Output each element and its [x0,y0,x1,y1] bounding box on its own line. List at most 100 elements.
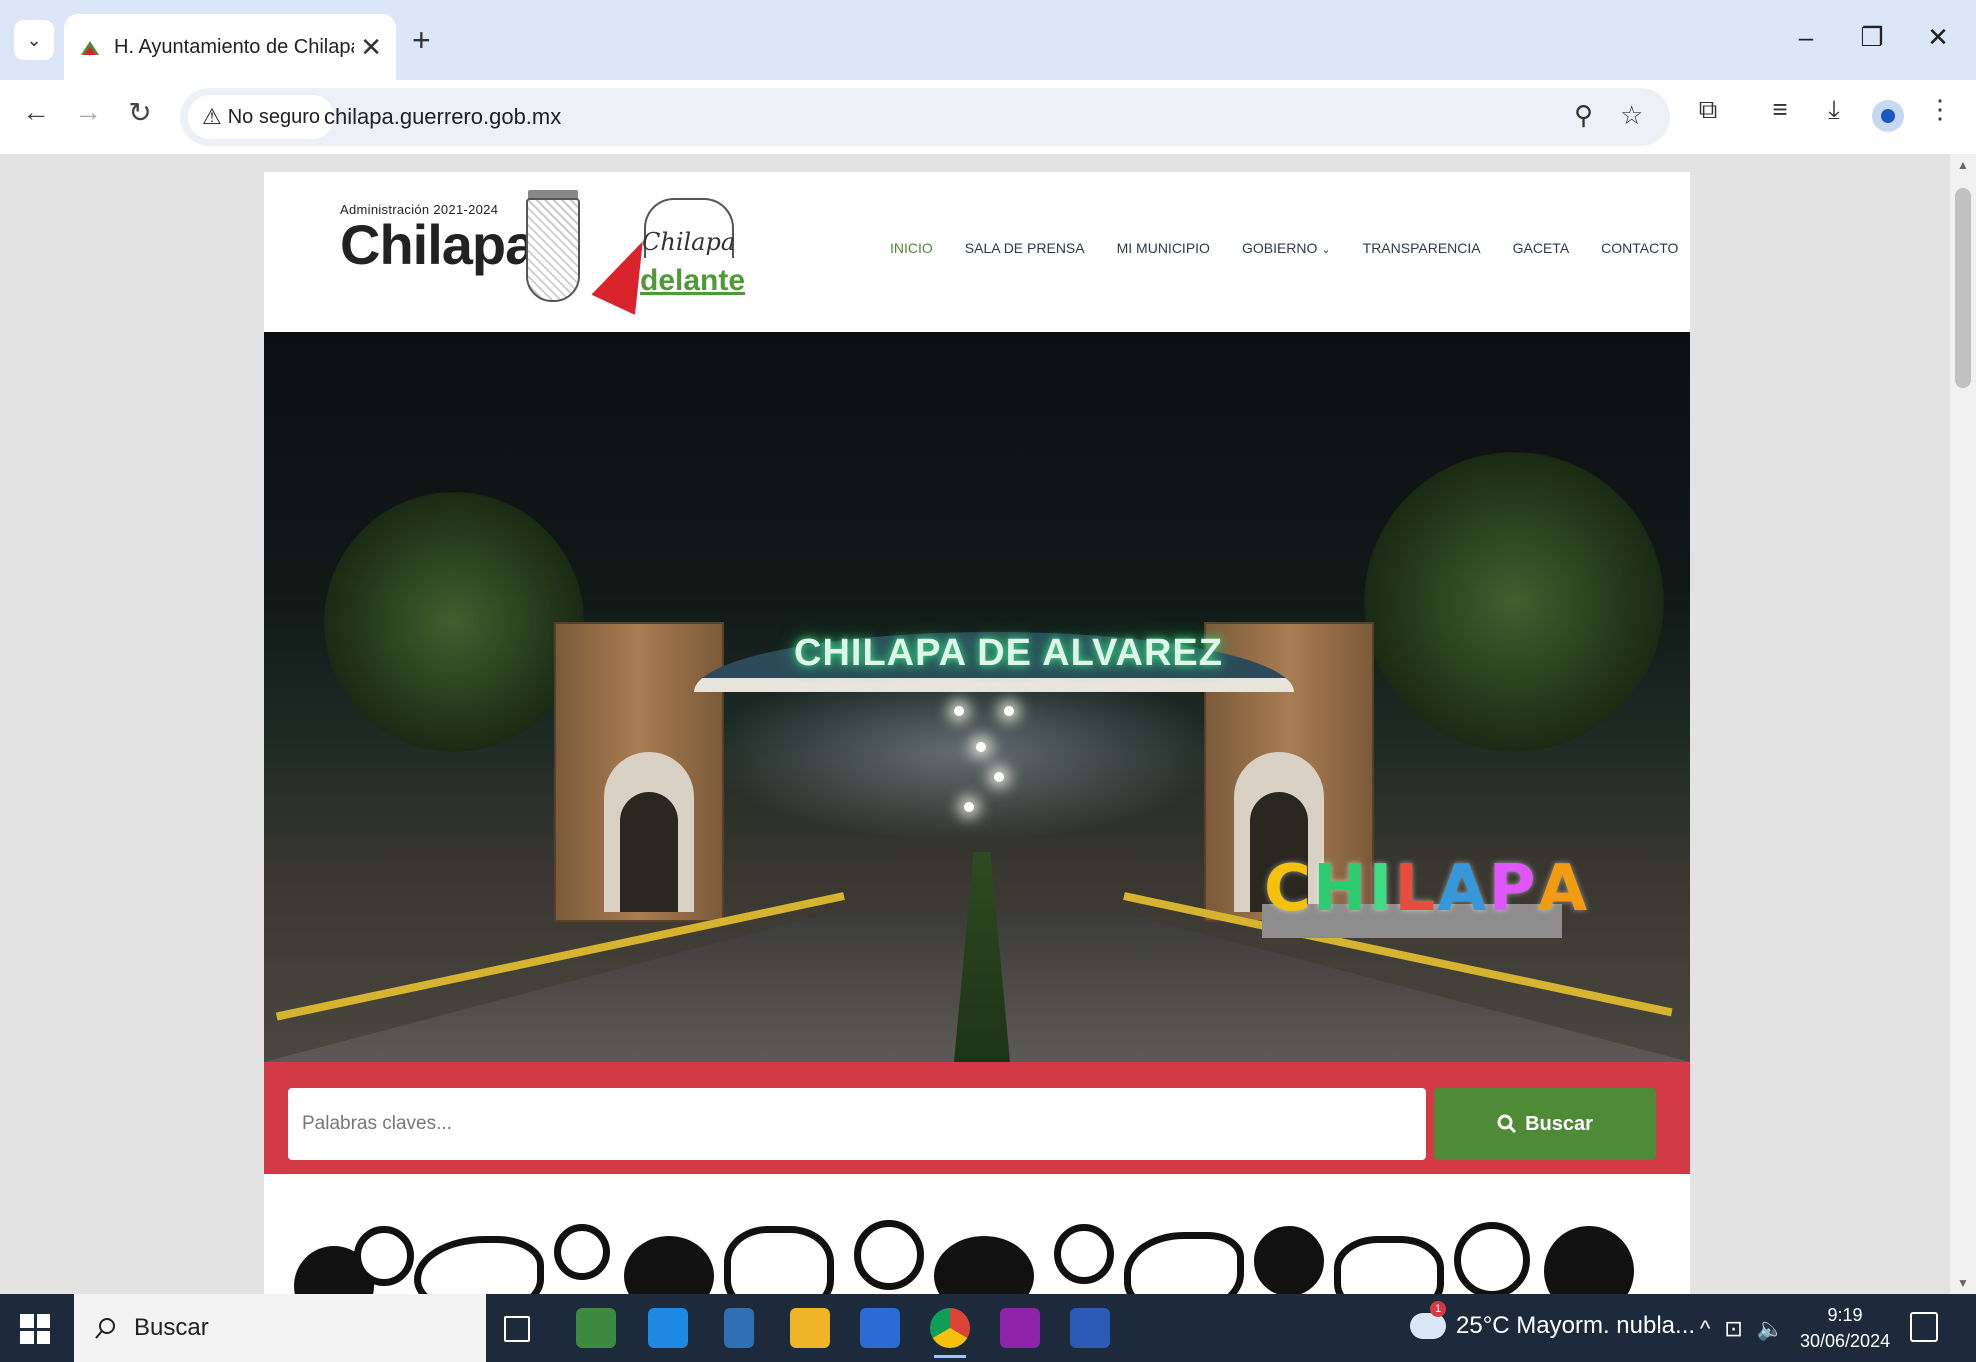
back-arrow-icon[interactable]: ← [16,96,56,128]
street-lamp [976,742,986,752]
warning-icon: ⚠ [202,104,222,129]
hero-image: CHILAPA DE ALVAREZ CHILAPA [264,332,1690,1062]
security-chip[interactable]: ⚠ No seguro [188,95,335,139]
new-tab-button[interactable]: + [412,22,431,59]
nav-sala-de-prensa[interactable]: SALA DE PRENSA [965,240,1085,256]
gate-sign-text: CHILAPA DE ALVAREZ [794,632,1223,674]
chilapa-logo[interactable]: Administración 2021-2024 Chilapa [340,202,536,276]
profile-avatar-icon[interactable] [1872,100,1904,132]
tab-close-icon[interactable]: ✕ [360,32,382,63]
weather-widget[interactable]: 1 25°C Mayorm. nubla... [1410,1301,1696,1340]
security-label: No seguro [227,105,321,128]
extensions-icon[interactable]: ⧉ [1690,94,1726,126]
taskbar-search-label: Buscar [134,1314,209,1341]
ornament-flower [934,1236,1034,1294]
ornament-bird [1124,1232,1244,1294]
forward-arrow-icon[interactable]: → [68,96,108,128]
calculator-app-icon[interactable] [724,1308,754,1348]
chilapa-colored-letters: CHILAPA [1264,852,1589,926]
palm-tree-right [1364,452,1664,752]
reading-list-icon[interactable]: ≡ [1762,94,1798,125]
nav-mi-municipio[interactable]: MI MUNICIPIO [1117,240,1210,256]
scroll-up-arrow-icon[interactable]: ▲ [1950,158,1976,172]
scroll-down-arrow-icon[interactable]: ▼ [1950,1276,1976,1290]
ornament-flower [1544,1226,1634,1294]
logo-title: Chilapa [340,213,536,276]
ornament-circle [1454,1222,1530,1294]
ornament-bird [414,1236,544,1294]
close-window-icon[interactable]: ✕ [1918,22,1958,53]
windows-start-icon[interactable] [20,1314,50,1344]
ornament-circle [1054,1224,1114,1284]
search-section: Buscar [264,1062,1690,1174]
page-viewport: Administración 2021-2024 Chilapa Chilapa… [0,154,1976,1294]
ornament-leaf [624,1236,714,1294]
main-navigation: INICIO SALA DE PRENSA MI MUNICIPIO GOBIE… [890,240,1678,256]
nav-inicio[interactable]: INICIO [890,240,933,256]
browser-tab-active[interactable]: H. Ayuntamiento de Chilapa de ✕ [64,14,396,80]
taskbar-search-box[interactable]: Buscar [74,1294,486,1362]
windows-taskbar: Buscar 1 25°C Mayorm. nubla... ^ ⊡ 🔈 9:1… [0,1294,1976,1362]
address-bar[interactable]: ⚠ No seguro chilapa.guerrero.gob.mx ⚲ ☆ [180,88,1670,146]
slogan-script: Chilapa [642,228,736,256]
clock-date: 30/06/2024 [1800,1331,1891,1351]
nav-transparencia[interactable]: TRANSPARENCIA [1363,240,1481,256]
tab-title: H. Ayuntamiento de Chilapa de [114,35,354,58]
chevron-up-icon[interactable]: ^ [1700,1316,1710,1342]
minimize-icon[interactable]: – [1786,22,1826,53]
ornament-leaf [1334,1236,1444,1294]
search-icon [95,1318,115,1339]
slogan-word: delante [640,264,746,297]
more-menu-icon[interactable]: ⋮ [1922,94,1958,125]
scroll-thumb[interactable] [1955,188,1971,388]
website-container: Administración 2021-2024 Chilapa Chilapa… [264,172,1690,1294]
site-header: Administración 2021-2024 Chilapa Chilapa… [264,172,1690,332]
page-scrollbar[interactable]: ▲ ▼ [1950,154,1976,1294]
palm-tree-left [324,492,584,752]
coat-of-arms-icon [526,198,580,302]
contacts-app-icon[interactable] [576,1308,616,1348]
search-icon [1497,1114,1517,1134]
nav-contacto[interactable]: CONTACTO [1601,240,1678,256]
letters-text: CHILAPA [1264,852,1590,926]
clock-time: 9:19 [1827,1305,1863,1325]
restore-icon[interactable]: ❐ [1852,22,1892,53]
street-lamp [994,772,1004,782]
cloud-icon: 1 [1410,1301,1446,1339]
nav-gobierno[interactable]: GOBIERNO ⌄ [1242,240,1331,256]
network-icon[interactable]: ⊡ [1724,1316,1742,1342]
tab-search-menu-button[interactable]: ⌄ [14,20,54,60]
nav-gaceta[interactable]: GACETA [1513,240,1570,256]
search-button-label: Buscar [1525,1112,1593,1135]
left-gate-arch-opening [620,792,678,912]
ornament-flower [1254,1226,1324,1294]
file-explorer-icon[interactable] [790,1308,830,1348]
browser-tab-bar: ⌄ H. Ayuntamiento de Chilapa de ✕ + – ❐ … [0,0,1976,80]
browser-toolbar: ← → ↻ ⚠ No seguro chilapa.guerrero.gob.m… [0,80,1976,154]
ornament-swirl [724,1226,834,1294]
notification-center-icon[interactable] [1910,1312,1938,1342]
store-app-icon[interactable] [860,1308,900,1348]
ornament-circle [354,1226,414,1286]
bookmark-star-icon[interactable]: ☆ [1620,100,1643,131]
keyword-search-input[interactable] [288,1088,1426,1160]
nav-gobierno-label: GOBIERNO [1241,240,1318,256]
street-lamp [954,706,964,716]
weather-text: 25°C Mayorm. nubla... [1456,1312,1696,1339]
weather-badge: 1 [1430,1301,1446,1317]
search-button[interactable]: Buscar [1434,1088,1656,1160]
ornament-circle [554,1224,610,1280]
zoom-icon[interactable]: ⚲ [1574,100,1593,131]
ornament-circle [854,1220,924,1290]
reload-icon[interactable]: ↻ [120,96,160,129]
system-clock[interactable]: 9:19 30/06/2024 [1800,1302,1890,1354]
pdf-app-icon[interactable] [1000,1308,1040,1348]
street-lamp [964,802,974,812]
task-view-icon[interactable] [504,1316,530,1342]
outlook-app-icon[interactable] [648,1308,688,1348]
chrome-app-icon[interactable] [930,1308,970,1358]
volume-icon[interactable]: 🔈 [1757,1316,1784,1342]
downloads-icon[interactable]: ⤓ [1816,94,1852,126]
url-text[interactable]: chilapa.guerrero.gob.mx [324,104,561,130]
word-app-icon[interactable] [1070,1308,1110,1348]
